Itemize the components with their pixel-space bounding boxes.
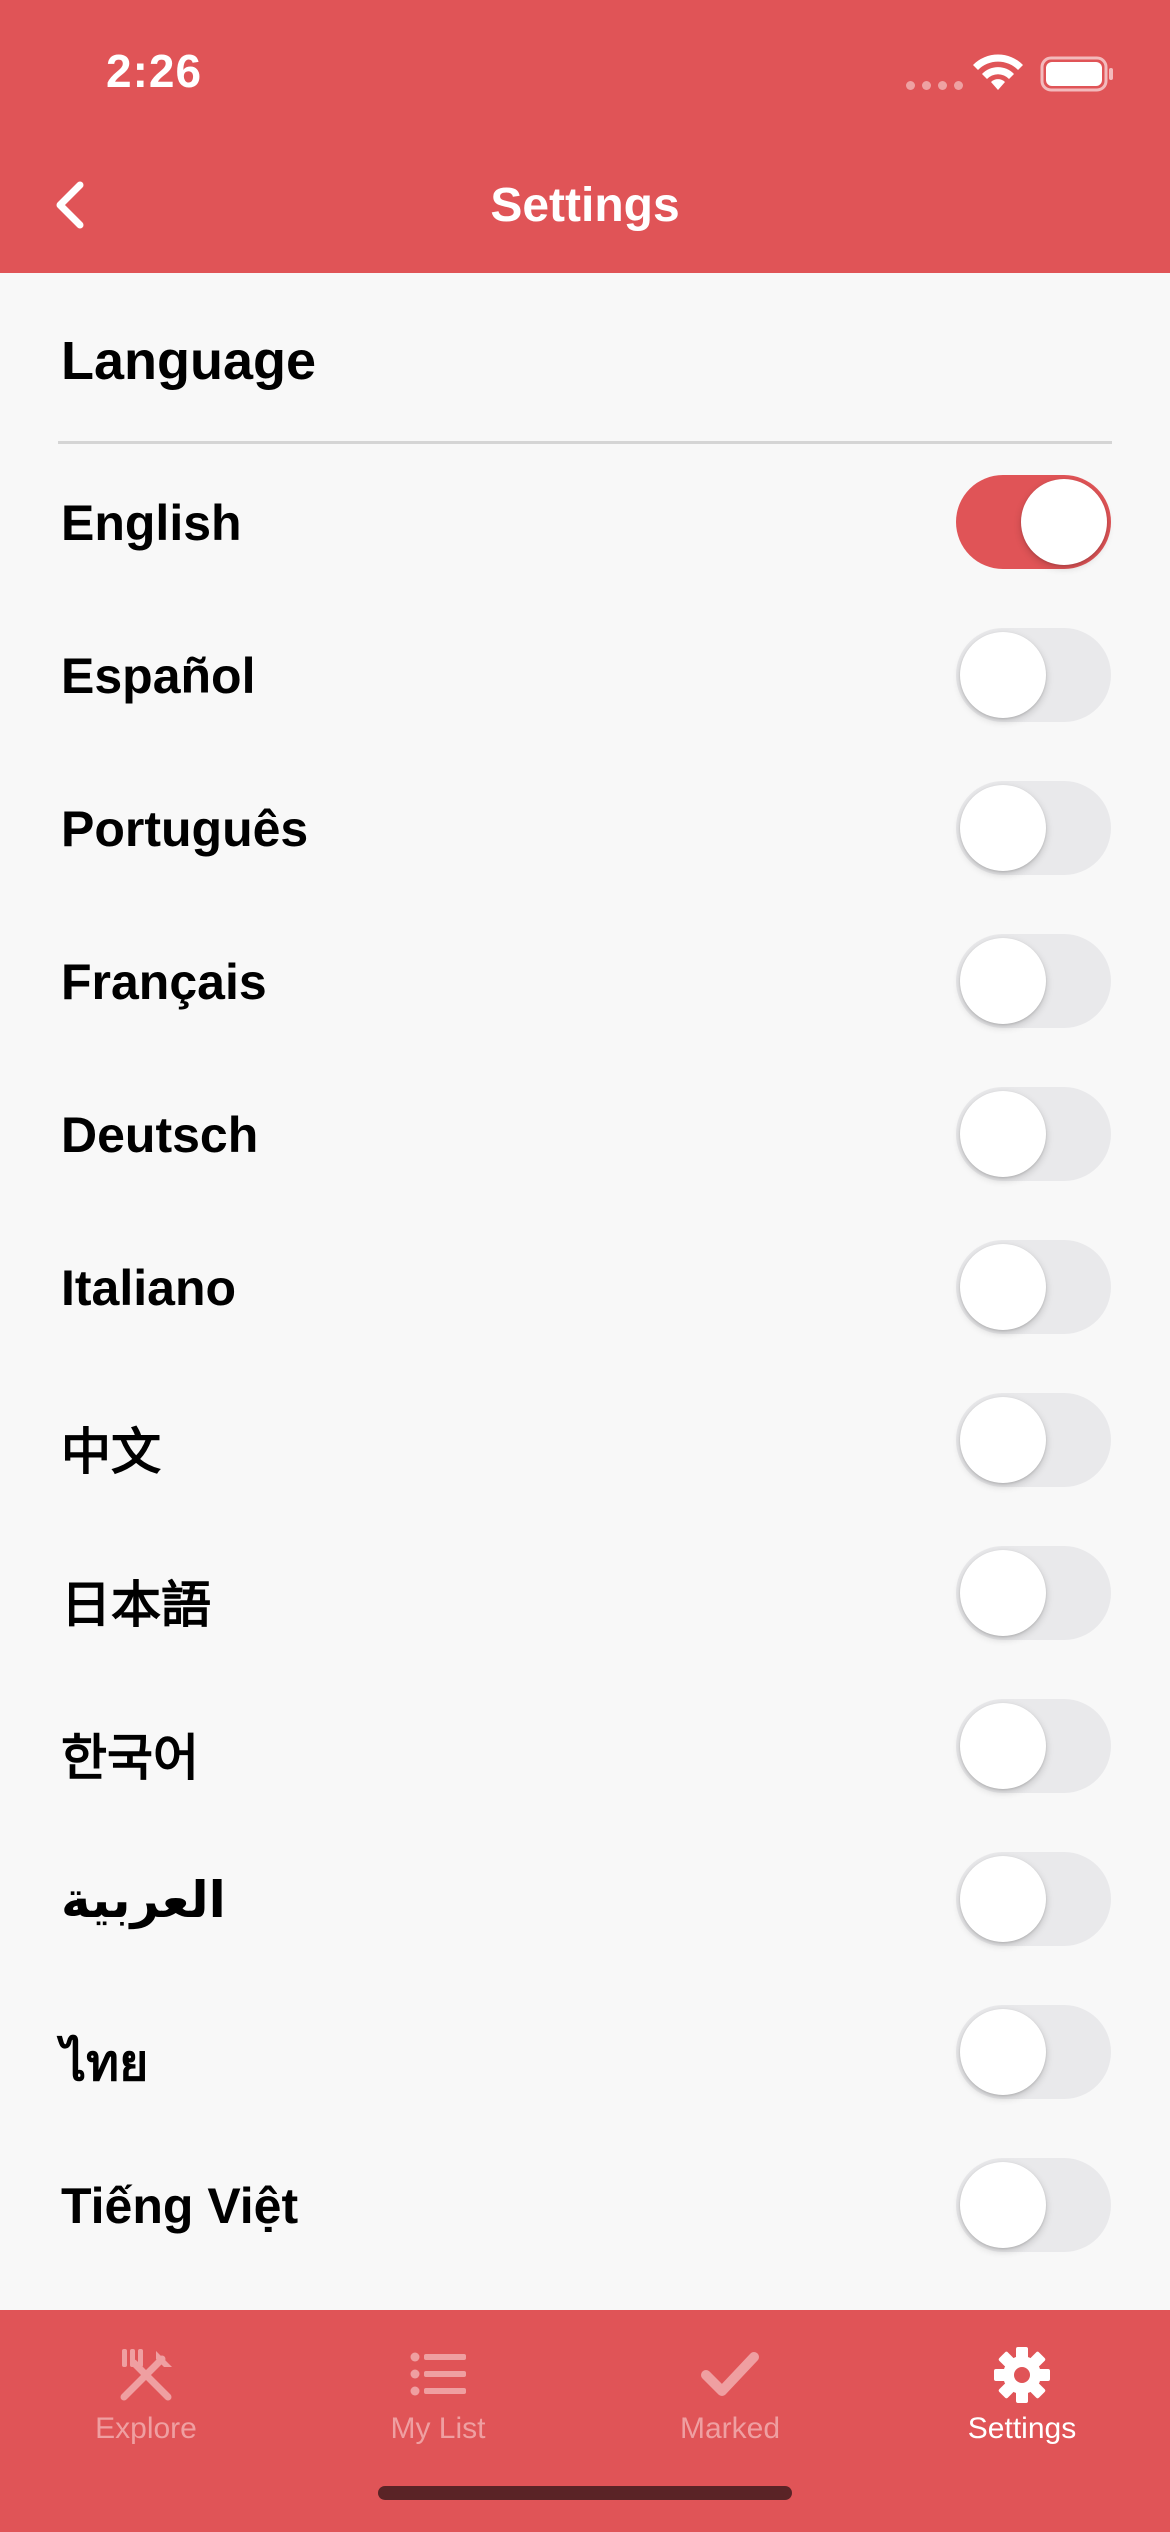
language-row: Deutsch: [0, 1058, 1170, 1211]
language-label: ไทย: [61, 2035, 149, 2091]
toggle-knob: [960, 2009, 1046, 2095]
toggle-knob: [960, 632, 1046, 718]
page-title: Settings: [490, 179, 680, 232]
toggle-knob: [960, 1244, 1046, 1330]
language-row: 日本語: [0, 1517, 1170, 1670]
language-row: Español: [0, 599, 1170, 752]
language-toggle[interactable]: [956, 781, 1111, 875]
tab-explore[interactable]: Explore: [0, 2310, 292, 2460]
settings-screen: 2:26 Settings Language English Español Por…: [0, 0, 1170, 2532]
language-label: Deutsch: [61, 1107, 259, 1163]
language-list: English Español Português Français Deutsch It…: [0, 446, 1170, 2282]
cellular-signal-icon: [906, 81, 963, 90]
tab-my-list[interactable]: My List: [292, 2310, 584, 2460]
section-title: Language: [61, 331, 317, 391]
language-toggle[interactable]: [956, 475, 1111, 569]
language-label: Italiano: [61, 1260, 237, 1316]
list-icon: [410, 2352, 466, 2396]
toggle-knob: [960, 785, 1046, 871]
tab-label: My List: [390, 2412, 486, 2445]
toggle-knob: [960, 1856, 1046, 1942]
home-indicator: [378, 2486, 792, 2500]
language-row: Português: [0, 752, 1170, 905]
toggle-knob: [960, 1550, 1046, 1636]
language-label: Tiếng Việt: [61, 2178, 299, 2234]
language-toggle[interactable]: [956, 628, 1111, 722]
toggle-knob: [960, 1091, 1046, 1177]
toggle-knob: [960, 1397, 1046, 1483]
tab-label: Marked: [679, 2412, 781, 2445]
toggle-knob: [960, 938, 1046, 1024]
battery-icon: [1040, 56, 1113, 92]
language-row: Italiano: [0, 1211, 1170, 1364]
language-toggle[interactable]: [956, 1699, 1111, 1793]
language-label: Español: [61, 648, 256, 704]
language-label: 한국어: [61, 1730, 199, 1786]
language-label: English: [61, 495, 242, 551]
language-toggle[interactable]: [956, 2158, 1111, 2252]
language-label: 中文: [61, 1424, 161, 1480]
language-toggle[interactable]: [956, 2005, 1111, 2099]
utensils-icon: [120, 2349, 172, 2401]
tab-label: Settings: [967, 2412, 1077, 2445]
language-toggle[interactable]: [956, 1852, 1111, 1946]
language-label: Français: [61, 954, 267, 1010]
language-row: English: [0, 446, 1170, 599]
wifi-icon: [973, 54, 1023, 90]
toggle-knob: [960, 2162, 1046, 2248]
language-row: 한국어: [0, 1670, 1170, 1823]
language-row: ไทย: [0, 1976, 1170, 2129]
status-time: 2:26: [106, 45, 203, 97]
toggle-knob: [960, 1703, 1046, 1789]
tab-settings[interactable]: Settings: [876, 2310, 1168, 2460]
toggle-knob: [1021, 479, 1107, 565]
language-row: Tiếng Việt: [0, 2129, 1170, 2282]
gear-icon: [994, 2347, 1050, 2403]
language-row: 中文: [0, 1364, 1170, 1517]
checkmark-icon: [701, 2352, 759, 2396]
language-label: العربية: [61, 1872, 226, 1928]
language-row: Français: [0, 905, 1170, 1058]
language-label: Português: [61, 801, 309, 857]
language-toggle[interactable]: [956, 1546, 1111, 1640]
divider: [58, 441, 1112, 444]
tab-label: Explore: [95, 2412, 197, 2445]
tab-marked[interactable]: Marked: [584, 2310, 876, 2460]
language-label: 日本語: [61, 1577, 211, 1633]
language-row: العربية: [0, 1823, 1170, 1976]
header: 2:26 Settings: [0, 0, 1170, 273]
language-toggle[interactable]: [956, 1087, 1111, 1181]
language-toggle[interactable]: [956, 1393, 1111, 1487]
language-toggle[interactable]: [956, 1240, 1111, 1334]
language-toggle[interactable]: [956, 934, 1111, 1028]
